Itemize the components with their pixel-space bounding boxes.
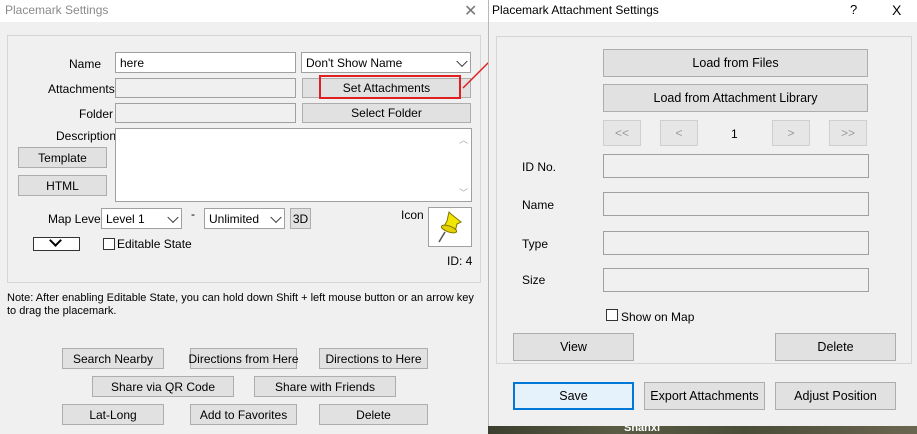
3d-button[interactable]: 3D	[290, 208, 311, 229]
window-title: Placemark Attachment Settings	[492, 3, 659, 17]
map-level-label: Map Level	[48, 212, 104, 226]
description-textarea[interactable]: ︿ ﹀	[115, 128, 472, 202]
window-title: Placemark Settings	[5, 3, 109, 17]
description-label: Description	[56, 129, 117, 143]
attachments-label: Attachments	[48, 82, 115, 96]
window-titlebar[interactable]: Placemark Settings ✕	[0, 0, 488, 22]
name-input[interactable]: here	[115, 52, 296, 73]
folder-label: Folder	[79, 107, 114, 121]
nav-last-button[interactable]: >>	[829, 120, 867, 146]
editable-state-label: Editable State	[117, 237, 192, 251]
pushpin-icon-button[interactable]	[428, 207, 472, 247]
search-nearby-button[interactable]: Search Nearby	[62, 348, 164, 369]
highlight-box	[319, 75, 461, 99]
type-label: Type	[522, 237, 549, 251]
load-from-library-button[interactable]: Load from Attachment Library	[603, 84, 868, 112]
nav-next-button[interactable]: >	[772, 120, 810, 146]
chevron-down-icon	[270, 211, 282, 223]
size-label: Size	[522, 273, 546, 287]
size-field	[603, 268, 869, 292]
name-input-value: here	[120, 56, 145, 70]
show-on-map-checkbox[interactable]	[606, 309, 618, 321]
chevron-down-icon	[167, 211, 179, 223]
help-icon[interactable]: ?	[850, 2, 857, 17]
show-on-map-label: Show on Map	[621, 310, 695, 324]
attachment-settings-window: Placemark Attachment Settings ? X Load f…	[488, 0, 917, 426]
chevron-down-icon	[49, 234, 62, 247]
map-place-label: Shanxi	[624, 426, 661, 434]
save-button[interactable]: Save	[513, 382, 634, 410]
lat-long-button[interactable]: Lat-Long	[62, 404, 164, 425]
share-via-qr-button[interactable]: Share via QR Code	[92, 376, 234, 397]
name-field	[603, 192, 869, 216]
nav-prev-button[interactable]: <	[660, 120, 698, 146]
note-text: Note: After enabling Editable State, you…	[7, 292, 474, 317]
map-level-to-select[interactable]: Unlimited	[204, 208, 285, 229]
scroll-up-icon[interactable]: ︿	[459, 133, 468, 146]
id-no-label: ID No.	[522, 160, 557, 174]
placemark-settings-window: Placemark Settings ✕ Name here Don't Sho…	[0, 0, 488, 434]
icon-label: Icon	[401, 208, 424, 222]
name-display-value: Don't Show Name	[306, 55, 403, 70]
attachment-delete-button[interactable]: Delete	[775, 333, 896, 361]
map-level-from-select[interactable]: Level 1	[101, 208, 182, 229]
scroll-down-icon[interactable]: ﹀	[459, 186, 468, 199]
view-button[interactable]: View	[513, 333, 634, 361]
background-map: Shanxi	[488, 426, 917, 434]
window-titlebar[interactable]: Placemark Attachment Settings ? X	[489, 0, 917, 22]
export-attachments-button[interactable]: Export Attachments	[644, 382, 765, 410]
editable-state-checkbox[interactable]	[103, 238, 115, 250]
attachments-field	[115, 78, 296, 98]
close-icon[interactable]: X	[892, 2, 901, 18]
load-from-files-button[interactable]: Load from Files	[603, 49, 868, 77]
map-level-to-value: Unlimited	[209, 211, 260, 226]
pushpin-icon	[438, 211, 462, 243]
name-display-select[interactable]: Don't Show Name	[301, 52, 471, 73]
directions-from-here-button[interactable]: Directions from Here	[188, 348, 299, 369]
range-separator: -	[191, 207, 195, 221]
select-folder-button[interactable]: Select Folder	[302, 103, 471, 123]
add-to-favorites-button[interactable]: Add to Favorites	[190, 404, 297, 425]
directions-to-here-button[interactable]: Directions to Here	[319, 348, 428, 369]
id-text: ID: 4	[447, 254, 473, 268]
type-field	[603, 231, 869, 255]
adjust-position-button[interactable]: Adjust Position	[775, 382, 896, 410]
map-level-from-value: Level 1	[106, 211, 145, 226]
template-button[interactable]: Template	[18, 147, 107, 168]
share-with-friends-button[interactable]: Share with Friends	[254, 376, 396, 397]
nav-first-button[interactable]: <<	[603, 120, 641, 146]
html-button[interactable]: HTML	[18, 175, 107, 196]
delete-button[interactable]: Delete	[319, 404, 428, 425]
folder-field	[115, 103, 296, 123]
name-label: Name	[522, 198, 555, 212]
name-label: Name	[69, 57, 102, 71]
page-number: 1	[731, 127, 738, 141]
id-no-field	[603, 154, 869, 178]
expand-dropdown-button[interactable]	[33, 234, 80, 251]
